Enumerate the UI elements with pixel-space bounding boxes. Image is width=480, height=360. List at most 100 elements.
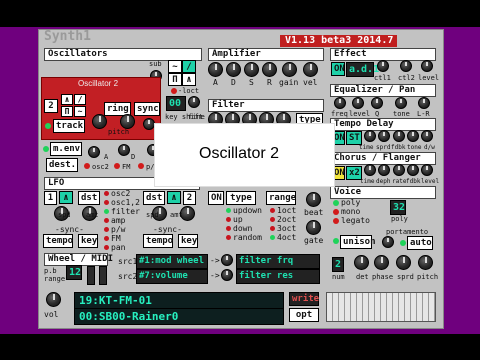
effect-type-display[interactable]: a.d.1: [346, 62, 379, 77]
mod-wheel[interactable]: [99, 266, 107, 285]
amp-s-knob[interactable]: [244, 62, 259, 77]
lfo1-key-button[interactable]: key: [78, 234, 98, 248]
menv-button[interactable]: m.env: [50, 142, 82, 156]
track-button[interactable]: track: [53, 119, 85, 133]
src1-dest-select[interactable]: filter frq: [236, 254, 320, 269]
src2-dest-select[interactable]: filter res: [236, 269, 320, 284]
lfo-dest-pan[interactable]: pan: [104, 244, 125, 252]
fm-dest-led[interactable]: [114, 163, 120, 169]
volume-knob[interactable]: [46, 292, 61, 307]
osc-mix-knob[interactable]: [143, 118, 155, 130]
osc2-select[interactable]: 2: [44, 99, 58, 113]
pitch-knob[interactable]: [92, 114, 107, 129]
lfo1-number[interactable]: 1: [44, 191, 57, 205]
fine-knob[interactable]: [188, 96, 200, 108]
delay-tone-knob[interactable]: [407, 130, 419, 142]
lfo-dest-fm[interactable]: FM: [104, 235, 121, 243]
osc1-square-icon[interactable]: Π: [168, 73, 182, 86]
arp-type-up[interactable]: up: [226, 216, 243, 224]
unison-det-knob[interactable]: [354, 255, 369, 270]
chorus-fdbk-knob[interactable]: [407, 164, 419, 176]
osc2-square-icon[interactable]: Π: [61, 106, 73, 117]
osc2-sine-icon[interactable]: ∧: [61, 94, 73, 105]
src1-select[interactable]: #1:mod wheel: [136, 254, 208, 269]
osc1-sine-icon[interactable]: ~: [168, 60, 182, 73]
portamento-knob[interactable]: [382, 236, 394, 248]
eq-tone-knob[interactable]: [395, 97, 407, 109]
eq-lr-knob[interactable]: [418, 97, 430, 109]
sync-button[interactable]: sync: [134, 102, 160, 116]
osc2-saw-icon[interactable]: /: [74, 94, 86, 105]
osc2-fine-knob[interactable]: [120, 114, 135, 129]
dest-button[interactable]: dest.: [46, 158, 78, 172]
lfo2-wave-icon[interactable]: ∧: [167, 191, 181, 204]
patch-bank-display[interactable]: 19:KT-FM-01: [74, 292, 284, 309]
lfo-dest-amp[interactable]: amp: [104, 217, 125, 225]
track-led[interactable]: [45, 123, 51, 129]
legato-led[interactable]: [333, 218, 339, 224]
menv-d-knob[interactable]: [118, 144, 130, 156]
lfo1-dst-button[interactable]: dst: [78, 191, 100, 205]
lfo2-dst-button[interactable]: dst: [143, 191, 165, 205]
arp-beat-knob[interactable]: [306, 192, 321, 207]
lfo1-wave-icon[interactable]: ∧: [59, 191, 73, 204]
effect-ctl2-knob[interactable]: [400, 60, 412, 72]
src2-select[interactable]: #7:volume: [136, 269, 208, 284]
poly-count-display[interactable]: 32: [390, 200, 406, 215]
osc2-noise-icon[interactable]: ~: [74, 106, 86, 117]
chorus-time-knob[interactable]: [364, 164, 376, 176]
mono-led[interactable]: [333, 209, 339, 215]
eq-q-knob[interactable]: [371, 97, 383, 109]
keyshift-display[interactable]: 00: [166, 96, 186, 111]
pitch-wheel[interactable]: [87, 266, 95, 285]
arp-type-updown[interactable]: updown: [226, 207, 262, 215]
arp-type-button[interactable]: type: [226, 191, 256, 205]
unison-num-display[interactable]: 2: [332, 257, 344, 272]
opt-button[interactable]: opt: [289, 308, 319, 322]
arp-range-3oct[interactable]: 3oct: [270, 225, 296, 233]
src1-amount-knob[interactable]: [221, 254, 233, 266]
write-button[interactable]: write: [289, 292, 319, 306]
loct-led[interactable]: [171, 88, 177, 94]
keyboard-strip[interactable]: [326, 292, 436, 322]
amp-a-knob[interactable]: [208, 62, 223, 77]
chorus-rate-knob[interactable]: [393, 164, 405, 176]
auto-button[interactable]: auto: [407, 236, 433, 250]
arp-range-1oct[interactable]: 1oct: [270, 207, 296, 215]
effect-ctl1-knob[interactable]: [377, 60, 389, 72]
poly-led[interactable]: [333, 200, 339, 206]
unison-led[interactable]: [333, 238, 339, 244]
unison-phase-knob[interactable]: [374, 255, 389, 270]
lfo1-tempo-button[interactable]: tempo: [43, 234, 73, 248]
amp-gain-knob[interactable]: [282, 62, 297, 77]
arp-on-button[interactable]: ON: [208, 191, 224, 205]
arp-range-2oct[interactable]: 2oct: [270, 216, 296, 224]
chorus-level-knob[interactable]: [421, 164, 433, 176]
osc2-dest-led[interactable]: [84, 163, 90, 169]
amp-d-knob[interactable]: [226, 62, 241, 77]
eq-level-knob[interactable]: [352, 97, 364, 109]
delay-sprd-knob[interactable]: [378, 130, 390, 142]
unison-button[interactable]: unison: [340, 235, 376, 249]
lfo-dest-osc12[interactable]: osc1,2: [104, 199, 140, 207]
pw-dest-led[interactable]: [138, 163, 144, 169]
lfo-dest-osc2[interactable]: osc2: [104, 190, 130, 198]
unison-sprd-knob[interactable]: [396, 255, 411, 270]
unison-pitch-knob[interactable]: [418, 255, 433, 270]
lfo2-tempo-button[interactable]: tempo: [143, 234, 173, 248]
eq-freq-knob[interactable]: [334, 97, 346, 109]
arp-type-down[interactable]: down: [226, 225, 252, 233]
osc1-noise-icon[interactable]: ∧: [182, 73, 196, 86]
effect-on-button[interactable]: ON: [331, 62, 345, 76]
arp-range-button[interactable]: range: [266, 191, 296, 205]
delay-time-knob[interactable]: [364, 130, 376, 142]
osc1-saw-icon[interactable]: /: [182, 60, 196, 73]
pb-range-display[interactable]: 12: [66, 265, 82, 280]
lfo2-key-button[interactable]: key: [178, 234, 198, 248]
amp-r-knob[interactable]: [262, 62, 277, 77]
lfo-dest-filter[interactable]: filter: [104, 208, 140, 216]
delay-dw-knob[interactable]: [421, 130, 433, 142]
lfo2-number[interactable]: 2: [183, 191, 196, 205]
auto-led[interactable]: [400, 240, 406, 246]
menv-led[interactable]: [43, 146, 49, 152]
